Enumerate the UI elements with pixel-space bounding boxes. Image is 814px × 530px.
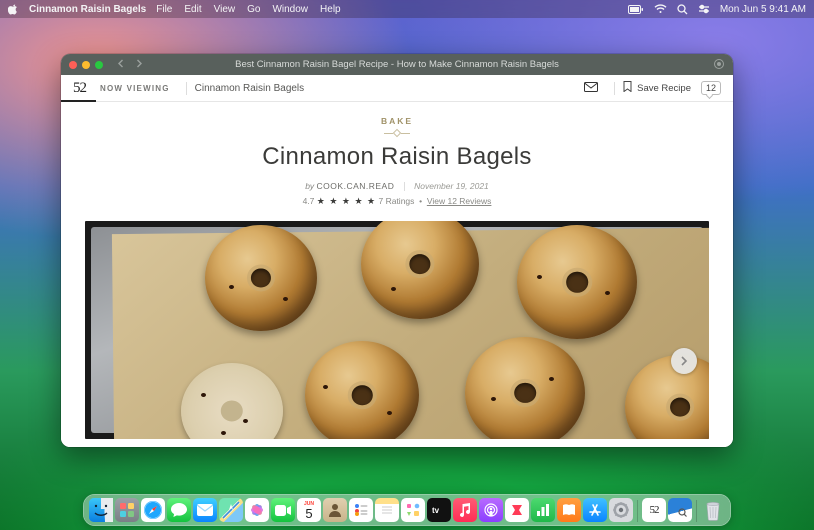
comment-count-badge[interactable]: 12 [701,81,721,95]
recipe-byline: by COOK.CAN.READ November 19, 2021 [61,181,733,191]
now-viewing-label: NOW VIEWING [100,84,170,93]
save-recipe-button[interactable]: Save Recipe [623,81,691,95]
window-title: Best Cinnamon Raisin Bagel Recipe - How … [61,59,733,70]
menubar-clock[interactable]: Mon Jun 5 9:41 AM [720,4,806,15]
window-content: 52 NOW VIEWING Cinnamon Raisin Bagels Sa… [61,75,733,447]
nav-forward-icon[interactable] [135,59,143,71]
nav-back-icon[interactable] [117,59,125,71]
site-logo[interactable]: 52 [73,80,86,97]
dock-app-books[interactable] [557,498,581,522]
recipe-author[interactable]: COOK.CAN.READ [317,181,395,191]
dock-app-freeform[interactable] [401,498,425,522]
dock-app-launchpad[interactable] [115,498,139,522]
dock-separator [696,500,697,522]
dock-app-reminders[interactable] [349,498,373,522]
minimize-button[interactable] [82,61,90,69]
recipe-title: Cinnamon Raisin Bagels [61,143,733,171]
dock-app-tv[interactable]: tv [427,498,451,522]
menu-help[interactable]: Help [320,4,341,15]
search-icon[interactable] [677,4,688,15]
dock-container: JUN 5 tv 52 [0,494,814,526]
recipe-date: November 19, 2021 [414,181,489,191]
rating-stars-icon: ★ ★ ★ ★ ★ [317,196,376,206]
menu-edit[interactable]: Edit [184,4,201,15]
dock-app-news[interactable] [505,498,529,522]
dock-app-safari[interactable] [141,498,165,522]
ratings-count: 7 Ratings [378,196,414,206]
dock-app-calendar[interactable]: JUN 5 [297,498,321,522]
svg-text:tv: tv [432,506,440,515]
dock-separator [637,500,638,522]
dock-app-music[interactable] [453,498,477,522]
divider [186,82,187,95]
dock-app-notes[interactable] [375,498,399,522]
recipe-hero-image [85,221,709,439]
mail-icon[interactable] [584,82,598,95]
dock-app-mail[interactable] [193,498,217,522]
menubar-app-name[interactable]: Cinnamon Raisin Bagels [29,4,146,15]
dock-app-numbers[interactable] [531,498,555,522]
dock-app-facetime[interactable] [271,498,295,522]
calendar-day-label: 5 [305,507,312,520]
dock-app-preview[interactable] [668,498,692,522]
dock-app-food52[interactable]: 52 [642,498,666,522]
recipe-ratings: 4.7 ★ ★ ★ ★ ★ 7 Ratings • View 12 Review… [61,196,733,207]
fullscreen-button[interactable] [95,61,103,69]
dock-app-finder[interactable] [89,498,113,522]
save-recipe-label: Save Recipe [637,83,691,94]
by-label: by [305,181,314,191]
close-button[interactable] [69,61,77,69]
desktop: Cinnamon Raisin Bagels File Edit View Go… [0,0,814,530]
dock-app-photos[interactable] [245,498,269,522]
app-window: Best Cinnamon Raisin Bagel Recipe - How … [61,54,733,447]
wifi-icon[interactable] [654,4,667,14]
menu-go[interactable]: Go [247,4,260,15]
recipe-category[interactable]: BAKE [61,116,733,126]
control-center-icon[interactable] [698,4,710,14]
dock: JUN 5 tv 52 [83,494,731,526]
settings-gear-icon[interactable] [713,58,725,73]
dock-app-messages[interactable] [167,498,191,522]
site-topbar: 52 NOW VIEWING Cinnamon Raisin Bagels Sa… [61,75,733,102]
menu-window[interactable]: Window [272,4,308,15]
menubar: Cinnamon Raisin Bagels File Edit View Go… [0,0,814,18]
dock-app-maps[interactable] [219,498,243,522]
menu-file[interactable]: File [156,4,172,15]
dock-trash-icon[interactable] [701,498,725,522]
window-titlebar[interactable]: Best Cinnamon Raisin Bagel Recipe - How … [61,54,733,75]
rating-value: 4.7 [303,196,315,206]
breadcrumb[interactable]: Cinnamon Raisin Bagels [195,83,305,94]
ornament-icon [384,130,410,137]
dock-app-settings[interactable] [609,498,633,522]
dock-app-podcasts[interactable] [479,498,503,522]
apple-menu-icon[interactable] [8,4,19,15]
recipe-page: BAKE Cinnamon Raisin Bagels by COOK.CAN.… [61,102,733,447]
menu-view[interactable]: View [214,4,236,15]
battery-icon[interactable] [628,5,644,14]
divider [614,82,615,95]
carousel-next-icon[interactable] [671,348,697,374]
bookmark-icon [623,81,632,95]
divider [404,182,405,191]
dock-app-appstore[interactable] [583,498,607,522]
view-reviews-link[interactable]: View 12 Reviews [427,196,492,206]
dock-app-contacts[interactable] [323,498,347,522]
